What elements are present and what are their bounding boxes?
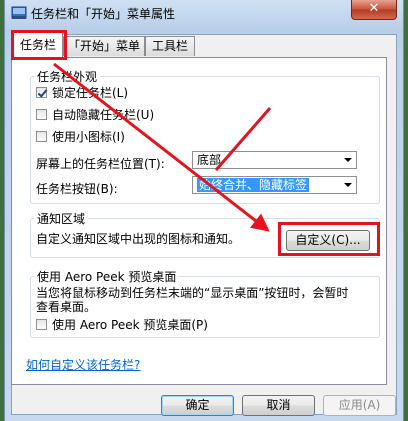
notification-description: 自定义通知区域中出现的图标和通知。 [36, 232, 241, 246]
window-title: 任务栏和「开始」菜单属性 [31, 7, 176, 21]
lock-taskbar-label: 锁定任务栏(L) [52, 85, 129, 100]
chevron-down-icon [344, 158, 352, 162]
checkbox-box[interactable] [36, 130, 47, 142]
taskbar-properties-icon [11, 6, 27, 19]
buttons-dropdown[interactable]: 始终合并、隐藏标签 [192, 176, 357, 194]
customize-button[interactable]: 自定义(C)... [286, 230, 370, 251]
notification-group-label: 通知区域 [34, 210, 89, 227]
small-icons-label: 使用小图标(I) [52, 129, 125, 144]
auto-hide-label: 自动隐藏任务栏(U) [52, 107, 155, 122]
tab-toolbars[interactable]: 工具栏 [145, 36, 195, 56]
appearance-group-label: 任务栏外观 [34, 68, 101, 85]
position-value: 底部 [197, 153, 222, 167]
tab-panel: 任务栏外观 锁定任务栏(L) 自动隐藏任务栏(U) 使用小图标(I) 屏幕上的任… [11, 57, 387, 385]
tab-start-menu[interactable]: 「开始」菜单 [63, 36, 145, 56]
buttons-label: 任务栏按钮(B): [36, 182, 118, 196]
cancel-button[interactable]: 取消 [242, 395, 315, 416]
position-label: 屏幕上的任务栏位置(T): [36, 157, 165, 171]
checkbox-box[interactable] [36, 86, 47, 98]
auto-hide-checkbox[interactable]: 自动隐藏任务栏(U) [36, 106, 154, 122]
chevron-down-icon [344, 183, 352, 187]
aero-peek-checkbox-label: 使用 Aero Peek 预览桌面(P) [52, 317, 208, 332]
small-icons-checkbox[interactable]: 使用小图标(I) [36, 128, 125, 144]
apply-button[interactable]: 应用(A) [323, 395, 396, 416]
ok-button[interactable]: 确定 [161, 395, 234, 416]
checkbox-box[interactable] [36, 108, 47, 120]
lock-taskbar-checkbox[interactable]: 锁定任务栏(L) [36, 84, 128, 100]
buttons-value: 始终合并、隐藏标签 [197, 178, 310, 192]
aero-peek-description-2: 查看桌面。 [36, 300, 97, 314]
help-link[interactable]: 如何自定义该任务栏? [26, 356, 140, 373]
aero-peek-checkbox[interactable]: 使用 Aero Peek 预览桌面(P) [36, 316, 208, 332]
checkbox-box[interactable] [36, 318, 47, 330]
position-dropdown[interactable]: 底部 [192, 151, 357, 169]
aero-peek-group-label: 使用 Aero Peek 预览桌面 [34, 268, 180, 285]
close-button[interactable]: ✕ [351, 0, 397, 20]
title-bar[interactable]: 任务栏和「开始」菜单属性 ✕ [5, 0, 403, 26]
tab-taskbar[interactable]: 任务栏 [13, 32, 63, 58]
